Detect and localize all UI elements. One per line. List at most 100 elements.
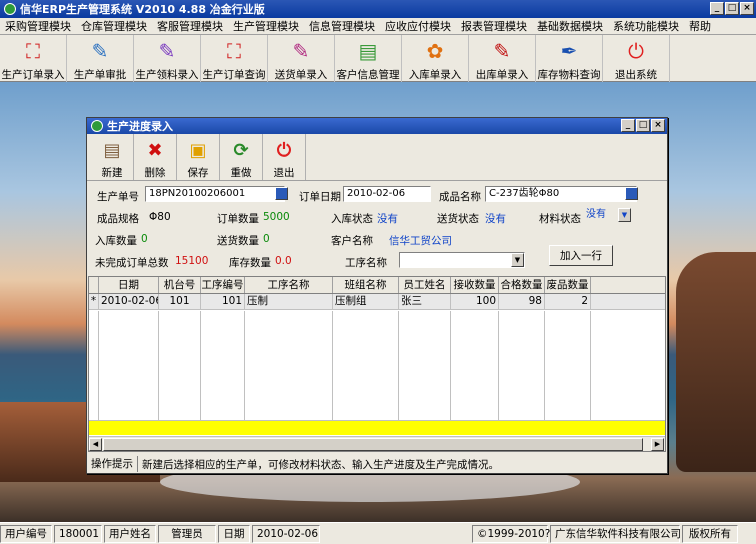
grid-header-scrap[interactable]: 废品数量 bbox=[545, 277, 591, 293]
grid-header-process-no[interactable]: 工序编号 bbox=[201, 277, 245, 293]
close-button[interactable]: × bbox=[740, 2, 754, 15]
toolbar-button-label: 送货单录入 bbox=[274, 69, 328, 81]
dialog-titlebar[interactable]: 生产进度录入 _ □ × bbox=[87, 118, 667, 134]
pen-doc-icon: ✎ bbox=[158, 39, 176, 63]
menu-receivables[interactable]: 应收应付模块 bbox=[380, 18, 456, 34]
order-lookup-button[interactable] bbox=[275, 187, 288, 200]
toolbar-button-label: 客户信息管理 bbox=[336, 69, 400, 81]
dialog-close-button[interactable]: × bbox=[651, 119, 665, 132]
operation-hint: 操作提示 新建后选择相应的生产单，可修改材料状态、输入生产进度及生产完成情况。 bbox=[88, 455, 666, 473]
menu-customer-service[interactable]: 客服管理模块 bbox=[152, 18, 228, 34]
main-toolbar: ⛶ 生产订单录入 ✎ 生产单审批 ✎ 生产领料录入 ⛶ 生产订单查询 ✎ 送货单录入 ▤ 客户信息管理… bbox=[0, 35, 756, 82]
product-lookup-button[interactable] bbox=[625, 187, 638, 200]
cell-process-no[interactable]: 101 bbox=[201, 294, 245, 309]
row-marker: * bbox=[89, 294, 99, 309]
toolbar-button-1[interactable]: ✎ 生产单审批 bbox=[67, 35, 134, 82]
status-rights: 版权所有 bbox=[682, 524, 738, 543]
order-form: 生产单号 18PN20100206001 订单日期 2010-02-06 成品名… bbox=[87, 181, 667, 274]
spec-value: Φ80 bbox=[149, 211, 171, 223]
dialog-toolbar-button-4[interactable]: ⏻ 退出 bbox=[263, 134, 306, 180]
wallpaper-rock bbox=[676, 252, 756, 472]
product-name-field[interactable]: C-237齿轮Φ80 bbox=[485, 186, 637, 202]
unfinished-value: 15100 bbox=[175, 255, 209, 267]
toolbar-button-4[interactable]: ✎ 送货单录入 bbox=[268, 35, 335, 82]
order-date-label: 订单日期 bbox=[299, 191, 341, 203]
toolbar-button-5[interactable]: ▤ 客户信息管理 bbox=[335, 35, 402, 82]
menu-purchase[interactable]: 采购管理模块 bbox=[0, 18, 76, 34]
order-no-field[interactable]: 18PN20100206001 bbox=[145, 186, 285, 202]
menu-reports[interactable]: 报表管理模块 bbox=[456, 18, 532, 34]
cell-scrap[interactable]: 2 bbox=[545, 294, 591, 309]
delete-x-icon: ✖ bbox=[147, 139, 163, 161]
grid-header-received[interactable]: 接收数量 bbox=[451, 277, 499, 293]
dialog-toolbar-label: 保存 bbox=[187, 167, 209, 179]
grid-header: 日期 机台号 工序编号 工序名称 班组名称 员工姓名 接收数量 合格数量 废品数… bbox=[89, 277, 665, 294]
stock-qty-label: 库存数量 bbox=[229, 257, 271, 269]
menu-production[interactable]: 生产管理模块 bbox=[228, 18, 304, 34]
dialog-minimize-button[interactable]: _ bbox=[621, 119, 635, 132]
grid-summary-row bbox=[89, 420, 665, 435]
toolbar-button-2[interactable]: ✎ 生产领料录入 bbox=[134, 35, 201, 82]
toolbar-button-9[interactable]: ⏻ 退出系统 bbox=[603, 35, 670, 82]
menu-information[interactable]: 信息管理模块 bbox=[304, 18, 380, 34]
cell-process-name[interactable]: 压制 bbox=[245, 294, 333, 309]
cell-qualified[interactable]: 98 bbox=[499, 294, 545, 309]
scroll-right-icon[interactable]: ▶ bbox=[651, 438, 664, 451]
dialog-maximize-button[interactable]: □ bbox=[636, 119, 650, 132]
process-label: 工序名称 bbox=[345, 257, 387, 269]
cell-date[interactable]: 2010-02-06 bbox=[99, 294, 159, 309]
process-select[interactable]: ▼ bbox=[399, 252, 525, 268]
menu-help[interactable]: 帮助 bbox=[684, 18, 716, 34]
material-status-select[interactable]: 没有 ▼ bbox=[583, 208, 631, 224]
spec-label: 成品规格 bbox=[97, 213, 139, 225]
order-date-field[interactable]: 2010-02-06 bbox=[343, 186, 431, 202]
grid-header-employee[interactable]: 员工姓名 bbox=[399, 277, 451, 293]
pdf-doc-icon: ⛶ bbox=[227, 39, 241, 63]
dialog-toolbar-label: 重做 bbox=[230, 167, 252, 179]
grid-header-qualified[interactable]: 合格数量 bbox=[499, 277, 545, 293]
cell-team[interactable]: 压制组 bbox=[333, 294, 399, 309]
scroll-left-icon[interactable]: ◀ bbox=[89, 438, 102, 451]
scroll-thumb[interactable] bbox=[103, 438, 643, 451]
stockin-qty-value: 0 bbox=[141, 233, 148, 245]
grid-horizontal-scrollbar[interactable]: ◀ ▶ bbox=[89, 436, 665, 451]
dialog-toolbar-button-3[interactable]: ⟳ 重做 bbox=[220, 134, 263, 180]
power-icon: ⏻ bbox=[628, 39, 644, 63]
add-row-button[interactable]: 加入一行 bbox=[549, 245, 613, 266]
grid-header-process-name[interactable]: 工序名称 bbox=[245, 277, 333, 293]
dialog-toolbar-button-2[interactable]: ▣ 保存 bbox=[177, 134, 220, 180]
toolbar-button-0[interactable]: ⛶ 生产订单录入 bbox=[0, 35, 67, 82]
status-date: 2010-02-06 bbox=[252, 524, 320, 543]
order-qty-label: 订单数量 bbox=[217, 213, 259, 225]
toolbar-button-6[interactable]: ✿ 入库单录入 bbox=[402, 35, 469, 82]
cell-employee[interactable]: 张三 bbox=[399, 294, 451, 309]
unfinished-label: 未完成订单总数 bbox=[95, 257, 169, 269]
minimize-button[interactable]: _ bbox=[710, 2, 724, 15]
toolbar-button-label: 库存物料查询 bbox=[537, 69, 601, 81]
grid-header-date[interactable]: 日期 bbox=[99, 277, 159, 293]
menu-system[interactable]: 系统功能模块 bbox=[608, 18, 684, 34]
chevron-down-icon[interactable]: ▼ bbox=[618, 208, 631, 222]
grid-header-machine[interactable]: 机台号 bbox=[159, 277, 201, 293]
grid-header-team[interactable]: 班组名称 bbox=[333, 277, 399, 293]
delivery-status-value: 没有 bbox=[485, 213, 506, 225]
cell-machine[interactable]: 101 bbox=[159, 294, 201, 309]
pen-doc-icon: ✎ bbox=[91, 39, 109, 63]
dialog-toolbar-button-1[interactable]: ✖ 删除 bbox=[134, 134, 177, 180]
toolbar-button-label: 生产订单录入 bbox=[1, 69, 65, 81]
chevron-down-icon[interactable]: ▼ bbox=[511, 253, 524, 267]
cell-received[interactable]: 100 bbox=[451, 294, 499, 309]
new-doc-icon: ▤ bbox=[103, 139, 121, 161]
menu-warehouse[interactable]: 仓库管理模块 bbox=[76, 18, 152, 34]
toolbar-button-3[interactable]: ⛶ 生产订单查询 bbox=[201, 35, 268, 82]
grid-header-marker bbox=[89, 277, 99, 293]
table-row[interactable]: * 2010-02-06 101 101 压制 压制组 张三 100 98 2 bbox=[89, 294, 665, 310]
maximize-button[interactable]: □ bbox=[725, 2, 739, 15]
status-copyright: ©1999-2010? bbox=[472, 524, 550, 543]
dialog-toolbar-button-0[interactable]: ▤ 新建 bbox=[91, 134, 134, 180]
dialog-toolbar-label: 退出 bbox=[273, 167, 295, 179]
pen-doc-icon: ✎ bbox=[292, 39, 310, 63]
toolbar-button-8[interactable]: ✒ 库存物料查询 bbox=[536, 35, 603, 82]
menu-basic-data[interactable]: 基础数据模块 bbox=[532, 18, 608, 34]
toolbar-button-7[interactable]: ✎ 出库单录入 bbox=[469, 35, 536, 82]
